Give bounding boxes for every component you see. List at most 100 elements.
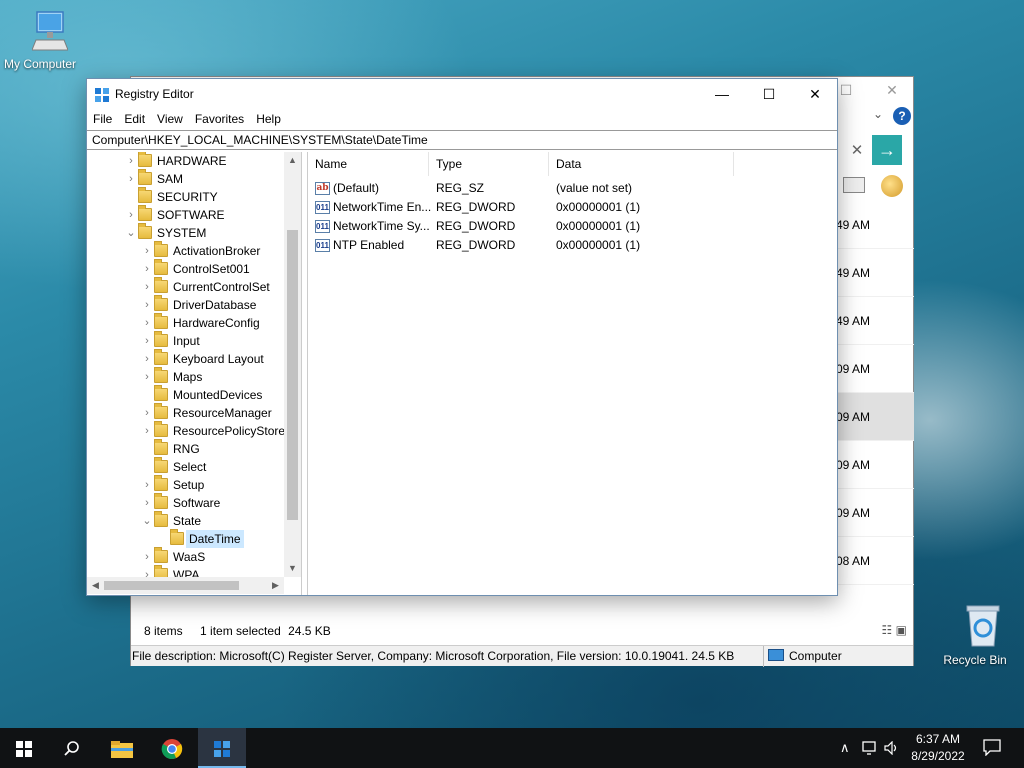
scroll-down-icon[interactable]: ▼ xyxy=(284,560,301,577)
values-list[interactable]: Name Type Data ab (Default) REG_SZ (value n… xyxy=(307,152,837,595)
menu-file[interactable]: File xyxy=(87,109,118,129)
tree-item[interactable]: › Software xyxy=(87,493,284,512)
table-row[interactable]: ab (Default) REG_SZ (value not set) xyxy=(308,179,836,198)
chevron-right-icon[interactable]: › xyxy=(142,278,152,296)
search-go-button[interactable]: → xyxy=(872,135,902,165)
tree-item[interactable]: › WaaS xyxy=(87,547,284,566)
table-row[interactable]: 011 NetworkTime Sy... REG_DWORD 0x00000001 … xyxy=(308,217,836,236)
chevron-right-icon[interactable]: › xyxy=(142,548,152,566)
chevron-down-icon[interactable]: ⌄ xyxy=(126,224,136,242)
tree-item[interactable]: › DriverDatabase xyxy=(87,295,284,314)
shell-icon[interactable] xyxy=(881,175,903,197)
chevron-right-icon[interactable]: › xyxy=(142,260,152,278)
notifications-icon[interactable] xyxy=(983,739,1001,756)
minimize-button[interactable]: — xyxy=(699,79,745,109)
tree-item[interactable]: › HARDWARE xyxy=(87,152,284,170)
show-hidden-icons-icon[interactable]: ∧ xyxy=(840,740,850,756)
chevron-right-icon[interactable]: › xyxy=(126,206,136,224)
tree-item[interactable]: › Setup xyxy=(87,475,284,494)
preview-pane-icon[interactable] xyxy=(843,177,865,193)
tree-item[interactable]: SECURITY xyxy=(87,187,284,206)
tree-vertical-scrollbar[interactable]: ▲ ▼ xyxy=(284,152,301,577)
large-icons-view-icon[interactable]: ▣ xyxy=(896,623,907,637)
chevron-right-icon[interactable]: › xyxy=(142,368,152,386)
table-row[interactable]: 011 NTP Enabled REG_DWORD 0x00000001 (1) xyxy=(308,236,836,255)
list-item[interactable]: 49 AM xyxy=(836,249,914,297)
menu-favorites[interactable]: Favorites xyxy=(189,109,250,129)
list-item[interactable]: 09 AM xyxy=(836,393,914,441)
tree-item[interactable]: › ResourceManager xyxy=(87,403,284,422)
column-header-name[interactable]: Name xyxy=(308,152,429,176)
chevron-right-icon[interactable]: › xyxy=(142,494,152,512)
help-icon[interactable]: ? xyxy=(893,107,911,125)
chevron-right-icon[interactable]: › xyxy=(142,296,152,314)
tree-item[interactable]: › Maps xyxy=(87,367,284,386)
column-header-type[interactable]: Type xyxy=(429,152,549,176)
tree-item[interactable]: › SAM xyxy=(87,169,284,188)
chevron-right-icon[interactable]: › xyxy=(142,332,152,350)
desktop-icon-recycle-bin[interactable]: Recycle Bin xyxy=(940,602,1010,667)
registry-editor-taskbar-button[interactable] xyxy=(198,728,246,768)
table-row[interactable]: 011 NetworkTime En... REG_DWORD 0x00000001 … xyxy=(308,198,836,217)
regedit-titlebar[interactable]: Registry Editor — ☐ ✕ xyxy=(87,79,837,109)
scroll-thumb[interactable] xyxy=(104,581,239,590)
chevron-right-icon[interactable]: › xyxy=(142,242,152,260)
address-bar[interactable]: Computer\HKEY_LOCAL_MACHINE\SYSTEM\State… xyxy=(87,130,837,150)
tree-item[interactable]: › Input xyxy=(87,331,284,350)
chevron-right-icon[interactable]: › xyxy=(142,314,152,332)
volume-icon[interactable] xyxy=(884,741,900,755)
scroll-thumb[interactable] xyxy=(287,230,298,520)
tree-item[interactable]: › ResourcePolicyStore xyxy=(87,421,285,440)
tree-item[interactable]: › ControlSet001 xyxy=(87,259,284,278)
system-clock[interactable]: 6:37 AM 8/29/2022 xyxy=(904,731,972,765)
tree-item[interactable]: ⌄ State xyxy=(87,511,284,530)
background-maximize-button[interactable]: ☐ xyxy=(835,79,857,101)
background-close-button[interactable]: ✕ xyxy=(881,79,903,101)
chevron-right-icon[interactable]: › xyxy=(142,476,152,494)
details-view-icon[interactable]: ☷ xyxy=(882,623,893,637)
tree-item[interactable]: › ActivationBroker xyxy=(87,241,284,260)
view-toggle[interactable]: ☷ ▣ xyxy=(882,623,907,637)
chevron-right-icon[interactable]: › xyxy=(142,350,152,368)
tree-item[interactable]: RNG xyxy=(87,439,284,458)
maximize-button[interactable]: ☐ xyxy=(746,79,792,109)
chevron-down-icon[interactable]: ⌄ xyxy=(873,107,883,121)
tree-item[interactable]: › HardwareConfig xyxy=(87,313,284,332)
tree-item[interactable]: › CurrentControlSet xyxy=(87,277,284,296)
key-tree[interactable]: › HARDWARE › SAM SECURITY › SOFTWARE ⌄ SYSTEM › Ac… xyxy=(87,152,302,595)
registry-editor-window[interactable]: Registry Editor — ☐ ✕ File Edit View Favori… xyxy=(86,78,838,596)
menu-edit[interactable]: Edit xyxy=(118,109,151,129)
list-item[interactable]: 09 AM xyxy=(836,345,914,393)
desktop-icon-my-computer[interactable]: My Computer xyxy=(2,10,78,71)
menu-help[interactable]: Help xyxy=(250,109,287,129)
list-item[interactable]: 09 AM xyxy=(836,489,914,537)
tree-item[interactable]: ⌄ SYSTEM xyxy=(87,223,284,242)
scroll-left-icon[interactable]: ◀ xyxy=(87,577,104,594)
file-explorer-button[interactable] xyxy=(98,728,146,768)
list-item[interactable]: 09 AM xyxy=(836,441,914,489)
column-header-data[interactable]: Data xyxy=(549,152,734,176)
close-button[interactable]: ✕ xyxy=(792,79,838,109)
menu-view[interactable]: View xyxy=(151,109,189,129)
chevron-right-icon[interactable]: › xyxy=(126,152,136,170)
list-item[interactable]: 49 AM xyxy=(836,201,914,249)
chrome-button[interactable] xyxy=(148,728,196,768)
tree-item[interactable]: › Keyboard Layout xyxy=(87,349,284,368)
tree-item[interactable]: MountedDevices xyxy=(87,385,284,404)
tree-item[interactable]: › SOFTWARE xyxy=(87,205,284,224)
search-button[interactable] xyxy=(48,728,96,768)
chevron-right-icon[interactable]: › xyxy=(142,422,152,440)
tree-horizontal-scrollbar[interactable]: ◀ ▶ xyxy=(87,577,284,594)
clear-search-icon[interactable]: ✕ xyxy=(845,139,869,163)
network-icon[interactable] xyxy=(862,741,880,755)
scroll-right-icon[interactable]: ▶ xyxy=(267,577,284,594)
chevron-down-icon[interactable]: ⌄ xyxy=(142,512,152,530)
chevron-right-icon[interactable]: › xyxy=(126,170,136,188)
scroll-up-icon[interactable]: ▲ xyxy=(284,152,301,169)
chevron-right-icon[interactable]: › xyxy=(142,404,152,422)
tree-item[interactable]: DateTime xyxy=(87,529,284,548)
list-item[interactable]: 49 AM xyxy=(836,297,914,345)
list-item[interactable]: 08 AM xyxy=(836,537,914,585)
start-button[interactable] xyxy=(0,728,48,768)
tree-item[interactable]: Select xyxy=(87,457,284,476)
